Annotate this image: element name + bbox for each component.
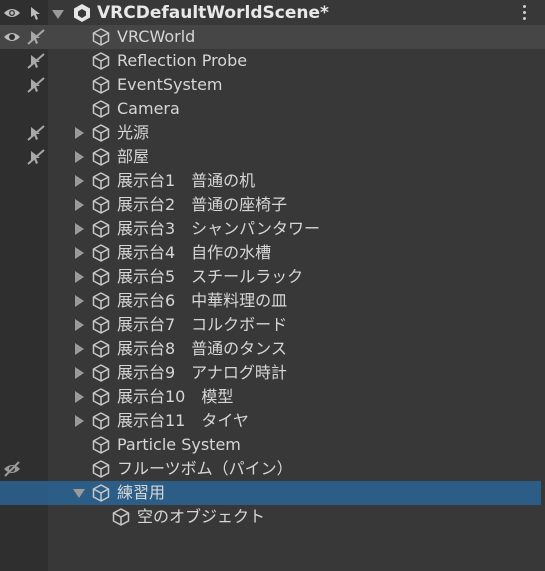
hierarchy-row[interactable]: 展示台8 普通のタンス — [0, 337, 545, 361]
hierarchy-row[interactable]: 光源 — [0, 121, 545, 145]
hierarchy-item-label: 練習用 — [117, 483, 166, 502]
eye-hidden-icon[interactable] — [3, 461, 21, 477]
chevron-right-icon[interactable] — [75, 343, 84, 355]
hierarchy-item-label: Camera — [117, 99, 180, 118]
selection-gutter — [0, 481, 48, 505]
hierarchy-item-label: 展示台8 普通のタンス — [117, 339, 287, 358]
chevron-right-icon[interactable] — [75, 415, 84, 427]
hierarchy-item-label: 展示台11 タイヤ — [117, 411, 249, 430]
eye-icon[interactable] — [3, 5, 21, 21]
pointer-hand-disabled-icon[interactable] — [27, 125, 45, 141]
hierarchy-row[interactable]: Particle System — [0, 433, 545, 457]
hierarchy-item-label: Reflection Probe — [117, 51, 248, 70]
chevron-down-icon[interactable] — [73, 489, 85, 498]
hierarchy-row[interactable]: 空のオブジェクト — [0, 505, 545, 529]
gameobject-cube-icon — [92, 292, 110, 310]
gameobject-cube-icon — [92, 340, 110, 358]
pointer-hand-disabled-icon[interactable] — [27, 149, 45, 165]
hierarchy-item-label: 展示台2 普通の座椅子 — [117, 195, 288, 214]
chevron-right-icon[interactable] — [75, 151, 84, 163]
kebab-menu-icon[interactable] — [523, 5, 527, 21]
hierarchy-row[interactable]: EventSystem — [0, 73, 545, 97]
hierarchy-row[interactable]: 練習用 — [0, 481, 545, 505]
hierarchy-item-label: VRCWorld — [117, 27, 196, 46]
hierarchy-item-label: 部屋 — [117, 147, 150, 166]
chevron-right-icon[interactable] — [75, 295, 84, 307]
pointer-hand-disabled-icon[interactable] — [27, 77, 45, 93]
eye-icon[interactable] — [3, 29, 21, 45]
scene-header-row[interactable]: VRCDefaultWorldScene* — [0, 0, 545, 25]
chevron-right-icon[interactable] — [75, 391, 84, 403]
hierarchy-item-label: 展示台7 コルクボード — [117, 315, 288, 334]
hierarchy-item-label: 展示台5 スチールラック — [117, 267, 304, 286]
hierarchy-row[interactable]: 展示台10 模型 — [0, 385, 545, 409]
hierarchy-item-label: 展示台4 自作の水槽 — [117, 243, 272, 262]
hierarchy-row[interactable]: 展示台3 シャンパンタワー — [0, 217, 545, 241]
gameobject-cube-icon — [92, 316, 110, 334]
hierarchy-item-label: フルーツボム（パイン） — [117, 459, 293, 478]
hierarchy-row[interactable]: 展示台7 コルクボード — [0, 313, 545, 337]
gameobject-cube-icon — [92, 52, 110, 70]
hierarchy-item-label: Particle System — [117, 435, 241, 454]
chevron-right-icon[interactable] — [75, 199, 84, 211]
hierarchy-item-label: EventSystem — [117, 75, 223, 94]
hierarchy-row[interactable]: 展示台6 中華料理の皿 — [0, 289, 545, 313]
hierarchy-row[interactable]: Reflection Probe — [0, 49, 545, 73]
pointer-hand-disabled-icon[interactable] — [27, 29, 45, 45]
chevron-right-icon[interactable] — [75, 223, 84, 235]
gameobject-cube-icon — [92, 436, 110, 454]
hierarchy-row[interactable]: 展示台2 普通の座椅子 — [0, 193, 545, 217]
gameobject-cube-icon — [92, 220, 110, 238]
pointer-hand-icon[interactable] — [27, 5, 45, 21]
chevron-right-icon[interactable] — [75, 271, 84, 283]
gameobject-cube-icon — [92, 364, 110, 382]
hierarchy-row[interactable]: 展示台11 タイヤ — [0, 409, 545, 433]
hierarchy-tree: VRCDefaultWorldScene* VRCWorld Reflection… — [0, 0, 545, 529]
unity-logo-icon — [74, 4, 90, 22]
gameobject-cube-icon — [92, 76, 110, 94]
gameobject-cube-icon — [112, 508, 130, 526]
hierarchy-row[interactable]: 展示台5 スチールラック — [0, 265, 545, 289]
chevron-right-icon[interactable] — [75, 127, 84, 139]
gameobject-cube-icon — [92, 484, 110, 502]
hierarchy-item-label: 展示台3 シャンパンタワー — [117, 219, 320, 238]
gameobject-cube-icon — [92, 268, 110, 286]
gameobject-cube-icon — [92, 196, 110, 214]
chevron-right-icon[interactable] — [75, 247, 84, 259]
gameobject-cube-icon — [92, 460, 110, 478]
hierarchy-item-label: 空のオブジェクト — [137, 507, 266, 526]
gameobject-cube-icon — [92, 28, 110, 46]
gameobject-cube-icon — [92, 100, 110, 118]
gameobject-cube-icon — [92, 412, 110, 430]
gameobject-cube-icon — [92, 172, 110, 190]
gameobject-cube-icon — [92, 148, 110, 166]
hierarchy-item-label: 光源 — [117, 123, 150, 142]
hierarchy-row[interactable]: 部屋 — [0, 145, 545, 169]
hierarchy-row[interactable]: フルーツボム（パイン） — [0, 457, 545, 481]
hierarchy-row[interactable]: 展示台4 自作の水槽 — [0, 241, 545, 265]
pointer-hand-disabled-icon[interactable] — [27, 53, 45, 69]
chevron-right-icon[interactable] — [75, 319, 84, 331]
hierarchy-item-label: 展示台9 アナログ時計 — [117, 363, 287, 382]
hierarchy-item-label: 展示台6 中華料理の皿 — [117, 291, 288, 310]
gameobject-cube-icon — [92, 244, 110, 262]
hierarchy-row[interactable]: Camera — [0, 97, 545, 121]
gameobject-cube-icon — [92, 388, 110, 406]
chevron-right-icon[interactable] — [75, 367, 84, 379]
hierarchy-row[interactable]: 展示台1 普通の机 — [0, 169, 545, 193]
hierarchy-item-label: 展示台10 模型 — [117, 387, 234, 406]
chevron-right-icon[interactable] — [75, 175, 84, 187]
chevron-down-icon[interactable] — [52, 10, 64, 19]
hierarchy-row[interactable]: 展示台9 アナログ時計 — [0, 361, 545, 385]
gameobject-cube-icon — [92, 124, 110, 142]
hierarchy-item-label: 展示台1 普通の机 — [117, 171, 256, 190]
hierarchy-row[interactable]: VRCWorld — [0, 25, 545, 49]
scene-title: VRCDefaultWorldScene* — [97, 3, 329, 23]
